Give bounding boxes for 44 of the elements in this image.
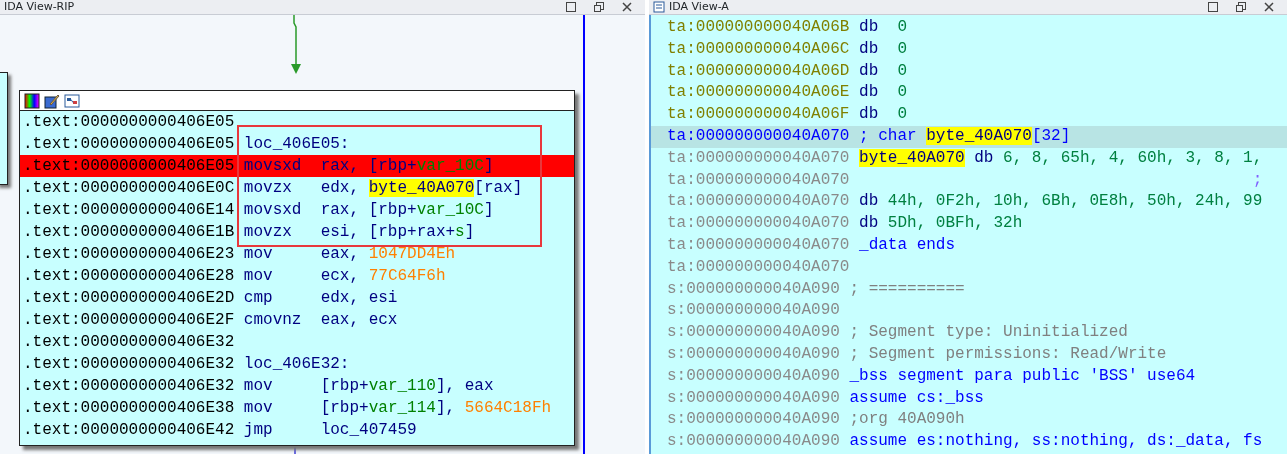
listing-line[interactable]: ta:000000000040A06C db 0 xyxy=(667,38,1287,61)
listing-line[interactable]: ta:000000000040A06F db 0 xyxy=(667,104,1287,126)
listing-line[interactable]: s:000000000040A090 ; Segment permissions: Read/Write xyxy=(667,343,1287,366)
code-line[interactable]: .text:0000000000406E05 xyxy=(20,111,574,133)
float-icon[interactable] xyxy=(1235,1,1247,13)
code-line[interactable]: .text:0000000000406E14 movsxd rax, [rbp+var_10C] xyxy=(20,199,574,221)
code-line[interactable]: .text:0000000000406E32 loc_406E32: xyxy=(20,353,574,375)
code-line[interactable]: .text:0000000000406E23 mov eax, 1047DD4Eh xyxy=(20,243,574,265)
listing-line[interactable]: ta:000000000040A06D db 0 xyxy=(667,60,1287,83)
code-line[interactable]: .text:0000000000406E28 mov ecx, 77C64F6h xyxy=(20,265,574,287)
float-icon[interactable] xyxy=(593,1,605,13)
graph-icon[interactable] xyxy=(64,92,80,109)
code-line[interactable]: .text:0000000000406E0C movzx edx, byte_40A070[rax] xyxy=(20,177,574,199)
arrow-icon xyxy=(289,15,301,75)
code-line[interactable]: .text:0000000000406E2F cmovnz eax, ecx xyxy=(20,309,574,331)
code-line[interactable]: .text:0000000000406E42 jmp loc_407459 xyxy=(20,419,574,441)
document-icon xyxy=(653,1,665,13)
close-icon[interactable] xyxy=(621,1,633,13)
listing-line[interactable]: s:000000000040A090 assume es:nothing, ss:nothing, ds:_data, fs xyxy=(667,431,1287,453)
listing-line[interactable]: s:000000000040A090 ; Segment type: Uninitialized xyxy=(667,322,1287,344)
maximize-icon[interactable] xyxy=(565,1,577,13)
listing-line[interactable]: ta:000000000040A070 db 44h, 0F2h, 10h, 6Bh, 0E8h, 50h, 24h, 99 xyxy=(667,191,1287,214)
code-line[interactable]: .text:0000000000406E1B movzx esi, [rbp+rax+s] xyxy=(20,221,574,243)
window-title: IDA View-RIP xyxy=(4,0,75,14)
code-line[interactable]: .text:0000000000406E05 loc_406E05: xyxy=(20,133,574,155)
code-line[interactable]: .text:0000000000406E38 mov [rbp+var_114], 5664C18Fh xyxy=(20,397,574,419)
listing-line[interactable]: s:000000000040A090 _bss segment para public 'BSS' use64 xyxy=(667,365,1287,388)
code-line[interactable]: .text:0000000000406E32 mov [rbp+var_110], eax xyxy=(20,375,574,397)
listing-line[interactable]: ta:000000000040A06E db 0 xyxy=(667,82,1287,105)
listing-line[interactable]: s:000000000040A090 assume cs:_bss xyxy=(667,387,1287,410)
palette-icon[interactable] xyxy=(24,92,40,109)
listing-line[interactable]: s:000000000040A090 ; ========== xyxy=(667,278,1287,301)
listing-line[interactable]: s:000000000040A090 ;org 40A090h xyxy=(667,409,1287,432)
listing-line[interactable]: ta:000000000040A070 byte_40A070 db 6, 8, 65h, 4, 60h, 3, 8, 1, xyxy=(667,147,1287,170)
listing-line[interactable]: ta:000000000040A070 db 5Dh, 0BFh, 32h xyxy=(667,213,1287,235)
listing-line[interactable]: ta:000000000040A070 ; xyxy=(667,169,1287,192)
maximize-icon[interactable] xyxy=(1207,1,1219,13)
window-title: IDA View-A xyxy=(669,0,729,14)
listing-line[interactable]: ta:000000000040A06B db 0 xyxy=(667,17,1287,39)
code-line[interactable]: .text:0000000000406E32 xyxy=(20,331,574,353)
listing-line[interactable]: ta:000000000040A070 _data ends xyxy=(667,234,1287,257)
code-line[interactable]: .text:0000000000406E2D cmp edx, esi xyxy=(20,287,574,309)
pencil-icon[interactable] xyxy=(44,92,60,109)
close-icon[interactable] xyxy=(1263,1,1275,13)
